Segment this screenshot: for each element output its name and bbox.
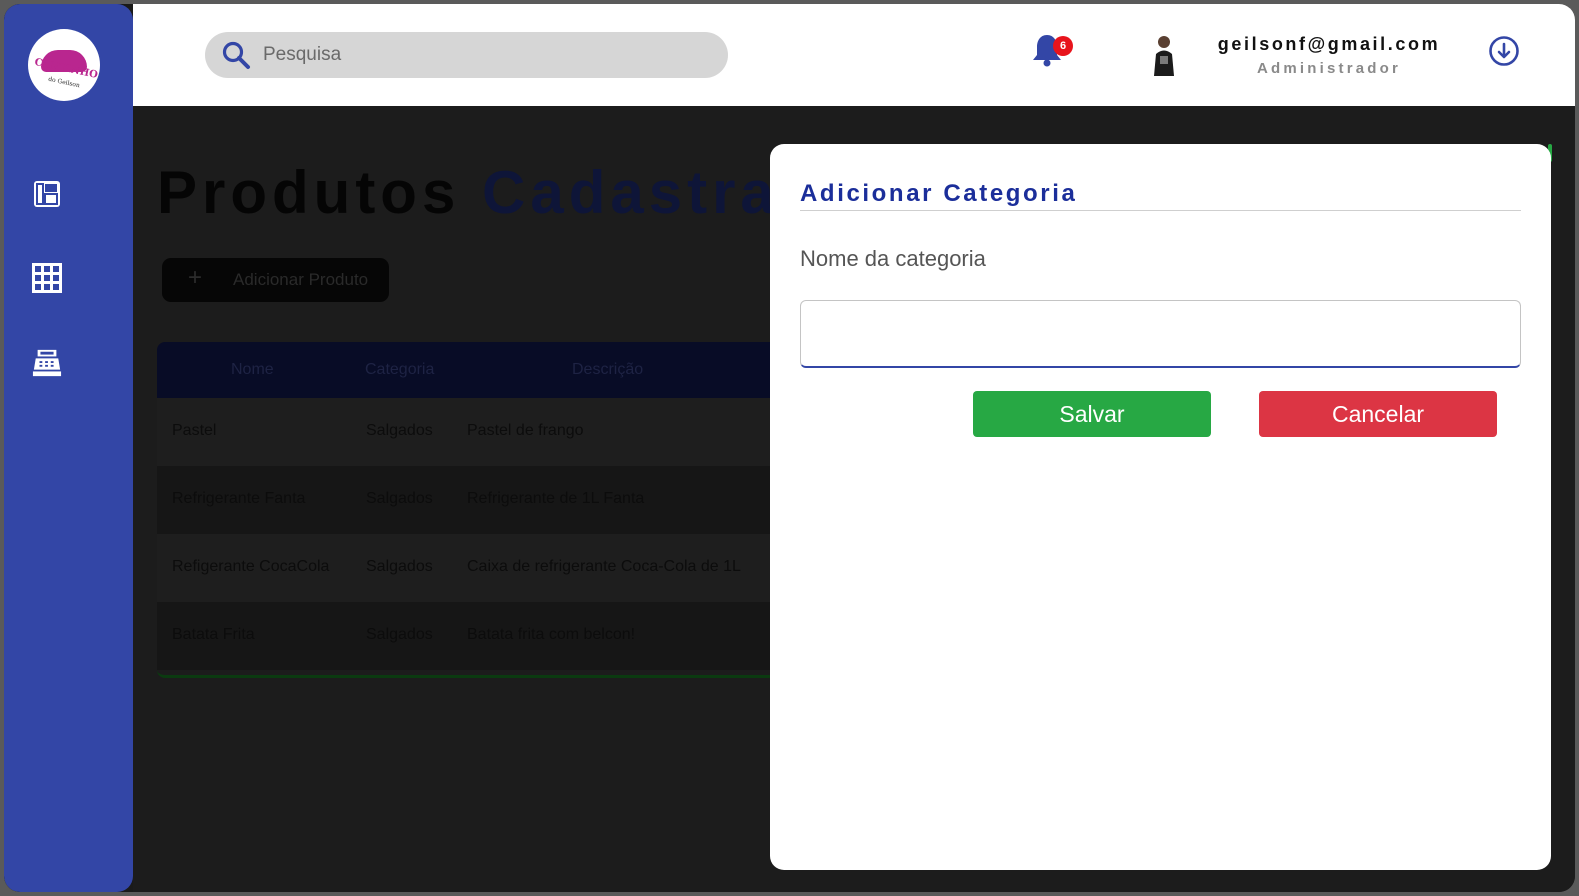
cell-descricao: Pastel de frango (467, 422, 584, 439)
cell-categoria: Salgados (366, 422, 433, 439)
search-bar (205, 32, 728, 78)
brand-logo[interactable]: CANTINHO do Geilson (28, 29, 100, 101)
cash-register-icon (32, 349, 62, 377)
table-row[interactable]: Batata Frita Salgados Batata frita com b… (157, 602, 777, 670)
search-icon[interactable] (221, 40, 251, 70)
app-window: CANTINHO do Geilson Pesquisa 6 geilsonf@… (4, 4, 1575, 892)
add-product-label: Adicionar Produto (233, 270, 369, 289)
search-input[interactable] (263, 32, 713, 78)
cell-categoria: Salgados (366, 558, 433, 575)
cell-categoria: Salgados (366, 626, 433, 643)
sidebar-item-products[interactable] (32, 263, 62, 293)
cell-nome: Refrigerante Fanta (172, 490, 306, 507)
add-category-modal: Adicionar Categoria Nome da categoria Sa… (770, 144, 1551, 870)
dashboard-icon (34, 181, 60, 207)
sidebar-item-register[interactable] (32, 348, 62, 378)
category-name-label: Nome da categoria (800, 246, 986, 271)
add-product-button[interactable]: + Adicionar Produto (162, 258, 389, 302)
table-row[interactable]: Refigerante CocaCola Salgados Caixa de r… (157, 534, 777, 602)
grid-icon (32, 263, 62, 293)
top-bar: 6 geilsonf@gmail.com Administrador (133, 4, 1575, 106)
plus-icon: + (188, 264, 203, 291)
column-header-categoria[interactable]: Categoria (365, 361, 434, 379)
cell-nome: Pastel (172, 422, 217, 439)
download-circle-icon[interactable] (1488, 35, 1520, 67)
column-header-descricao[interactable]: Descrição (572, 361, 643, 379)
cell-categoria: Salgados (366, 490, 433, 507)
modal-title: Adicionar Categoria (800, 180, 1078, 207)
table-header: Nome Categoria Descrição (157, 342, 777, 398)
notification-badge: 6 (1053, 36, 1073, 56)
cancel-button[interactable]: Cancelar (1259, 391, 1497, 437)
table-row[interactable]: Pastel Salgados Pastel de frango (157, 398, 777, 466)
column-header-nome[interactable]: Nome (231, 361, 274, 379)
cell-descricao: Refrigerante de 1L Fanta (467, 490, 645, 507)
table-row[interactable]: Refrigerante Fanta Salgados Refrigerante… (157, 466, 777, 534)
page-title: Produtos Cadastrad (157, 158, 820, 227)
user-role: Administrador (1256, 60, 1402, 77)
save-button[interactable]: Salvar (973, 391, 1211, 437)
page-title-part1: Produtos (157, 159, 461, 226)
sidebar: CANTINHO do Geilson (4, 4, 133, 892)
user-email: geilsonf@gmail.com (1217, 34, 1441, 54)
avatar[interactable] (1146, 32, 1182, 78)
cell-descricao: Batata frita com belcon! (467, 626, 636, 643)
sidebar-item-dashboard[interactable] (32, 179, 62, 209)
modal-divider (800, 210, 1521, 211)
cell-nome: Refigerante CocaCola (172, 558, 330, 575)
category-name-input[interactable] (800, 300, 1521, 368)
products-table: Nome Categoria Descrição Pastel Salgados… (157, 342, 777, 678)
cell-nome: Batata Frita (172, 626, 255, 643)
cell-descricao: Caixa de refrigerante Coca-Cola de 1L (467, 558, 741, 575)
